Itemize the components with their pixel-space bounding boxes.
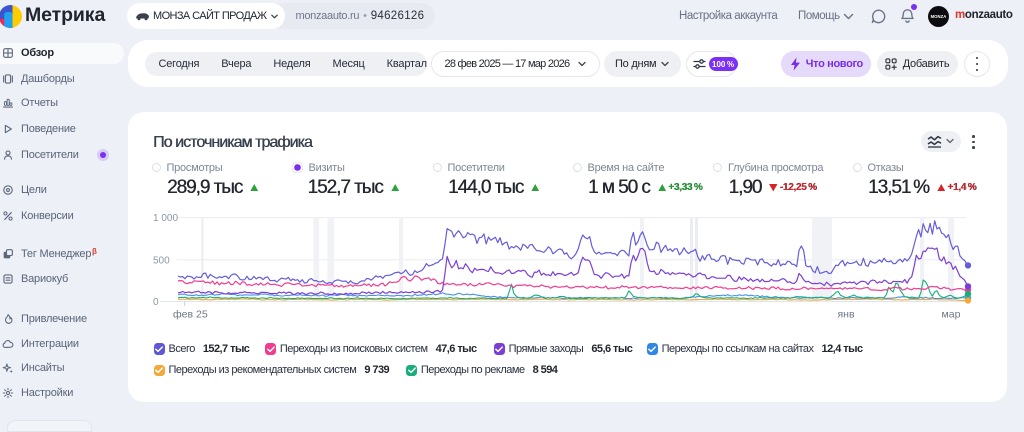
svg-text:500: 500 [153, 256, 170, 267]
svg-text:фев 25: фев 25 [173, 309, 208, 321]
svg-text:1 000: 1 000 [153, 213, 178, 224]
svg-text:мар: мар [942, 309, 961, 321]
svg-text:0: 0 [153, 297, 159, 308]
svg-text:янв: янв [837, 309, 854, 321]
